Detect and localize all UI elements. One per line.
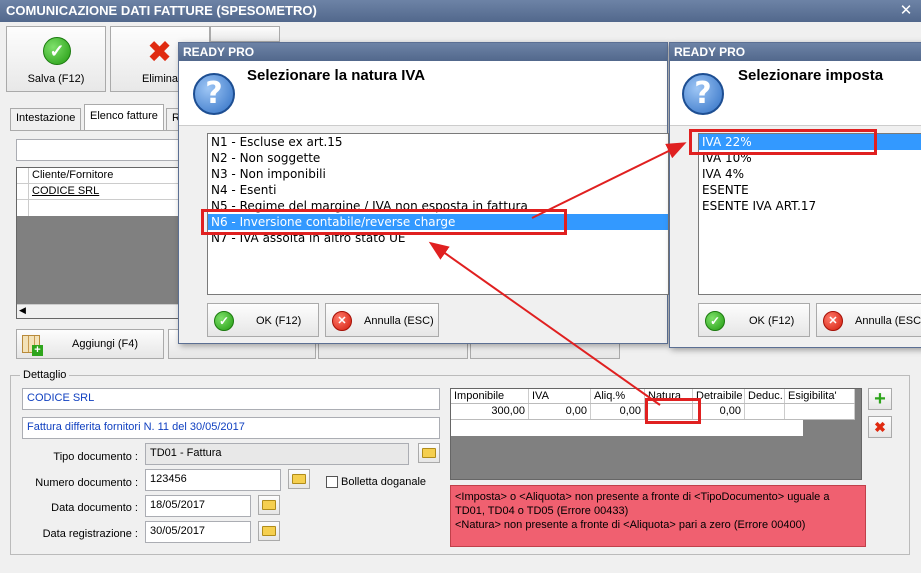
arrow-to-imposta: [531, 142, 687, 219]
annotation-arrows: [428, 142, 687, 406]
arrow-to-natura: [428, 241, 661, 406]
